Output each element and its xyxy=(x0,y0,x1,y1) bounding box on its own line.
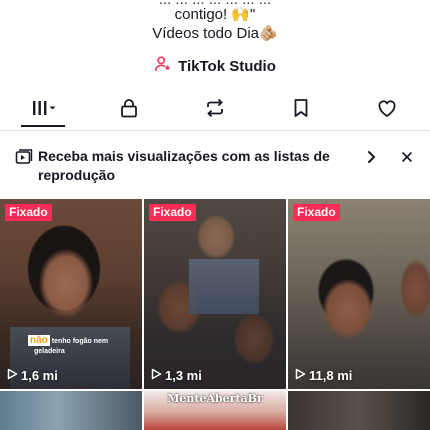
tab-private[interactable] xyxy=(86,92,172,128)
studio-person-icon xyxy=(154,55,172,77)
video-thumbnail-image xyxy=(0,391,142,430)
banner-text: Receba mais visualizações com as listas … xyxy=(38,148,330,183)
play-icon xyxy=(150,368,162,383)
view-count-text: 11,8 mi xyxy=(309,368,353,383)
bio-line-1: contigo! 🙌" xyxy=(174,6,256,23)
video-thumbnail[interactable] xyxy=(288,391,430,430)
lock-icon xyxy=(118,97,140,124)
video-caption: não tenho fogão nem geladeira xyxy=(28,335,109,357)
pinned-badge: Fixado xyxy=(149,204,196,221)
heart-icon xyxy=(376,97,398,124)
play-icon xyxy=(6,368,18,383)
tab-favorites[interactable] xyxy=(258,92,344,128)
view-count-text: 1,3 mi xyxy=(165,368,202,383)
video-thumbnail[interactable] xyxy=(0,391,142,430)
playlist-icon xyxy=(15,149,33,167)
caption-text: tenho fogão nem xyxy=(51,338,109,345)
video-thumbnail-shirt xyxy=(189,259,259,314)
tabs-divider xyxy=(0,130,430,131)
tab-liked[interactable] xyxy=(344,92,430,128)
video-overlay-text: MenteAbertaBr xyxy=(167,392,263,405)
bookmark-icon xyxy=(290,97,312,124)
view-count-text: 1,6 mi xyxy=(21,368,58,383)
tiktok-studio-link[interactable]: TikTok Studio xyxy=(0,55,430,77)
video-thumbnail[interactable]: MenteAbertaBr xyxy=(144,391,286,430)
video-thumbnail-image xyxy=(288,199,430,389)
tab-reposts[interactable] xyxy=(172,92,258,128)
pinned-badge: Fixado xyxy=(293,204,340,221)
video-thumbnail[interactable]: Fixado 1,3 mi xyxy=(144,199,286,389)
caption-highlight: não xyxy=(28,335,50,346)
view-count: 1,3 mi xyxy=(150,368,202,383)
view-count: 11,8 mi xyxy=(294,368,352,383)
bio-line-2: Vídeos todo Dia🫵🏼 xyxy=(152,25,278,42)
repost-icon xyxy=(204,97,226,124)
chevron-right-icon[interactable] xyxy=(364,149,378,165)
studio-label: TikTok Studio xyxy=(178,57,276,75)
play-icon xyxy=(294,368,306,383)
caption-text-line2: geladeira xyxy=(34,348,65,355)
close-icon[interactable] xyxy=(400,150,414,164)
grid-icon xyxy=(25,97,61,124)
view-count: 1,6 mi xyxy=(6,368,58,383)
pinned-badge: Fixado xyxy=(5,204,52,221)
video-grid: Fixado não tenho fogão nem geladeira 1,6… xyxy=(0,199,430,430)
video-thumbnail[interactable]: Fixado não tenho fogão nem geladeira 1,6… xyxy=(0,199,142,389)
tab-videos[interactable] xyxy=(0,92,86,128)
video-thumbnail[interactable]: Fixado 11,8 mi xyxy=(288,199,430,389)
profile-tabs xyxy=(0,92,430,132)
video-thumbnail-image xyxy=(288,391,430,430)
playlist-banner[interactable]: Receba mais visualizações com as listas … xyxy=(15,147,415,187)
